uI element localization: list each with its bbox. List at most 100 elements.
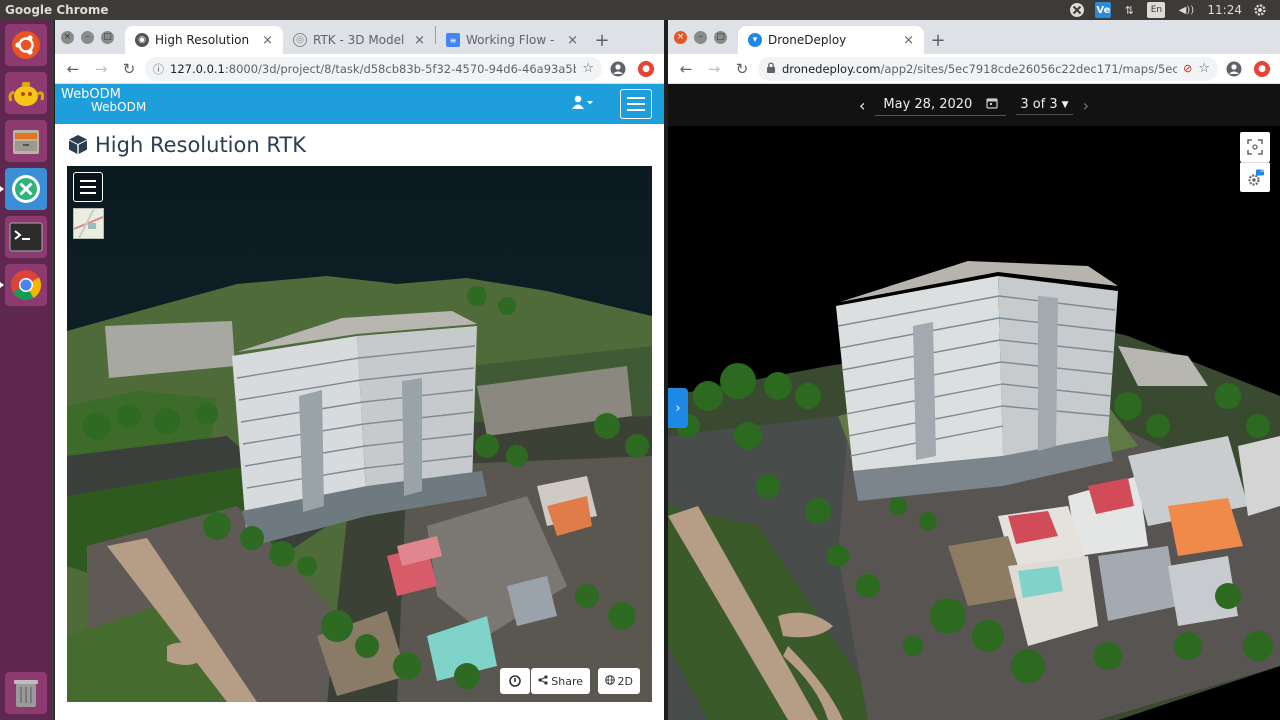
map-thumbnail[interactable]: [73, 208, 104, 239]
share-label: Share: [551, 674, 583, 688]
dronedeploy-browser-window: × – □ ▾ DroneDeploy × + ← → ↻ dronedeplo…: [668, 20, 1280, 720]
layers-menu-button[interactable]: [73, 172, 103, 202]
count-label: 3 of 3: [1020, 97, 1058, 112]
map-count-selector[interactable]: 3 of 3 ▼: [1016, 95, 1073, 115]
cube-icon: [67, 133, 89, 158]
files-icon[interactable]: [5, 120, 47, 162]
url-path: /app2/sites/5ec7918cde26056c22dec171/map…: [880, 61, 1178, 76]
date-label: May 28, 2020: [883, 97, 973, 112]
chrome-icon[interactable]: [0, 264, 47, 306]
next-date-chevron-icon[interactable]: ›: [1083, 96, 1089, 115]
blocked-popup-icon[interactable]: ⊘: [1183, 62, 1192, 75]
extension-icon[interactable]: ●: [634, 57, 658, 81]
webodm-3d-viewer[interactable]: Share 2D: [67, 166, 652, 702]
window-maximize-button[interactable]: □: [714, 31, 727, 44]
settings-gear-icon[interactable]: [1252, 2, 1268, 18]
tab-label: High Resolution RTK: [155, 33, 252, 47]
hamburger-menu-button[interactable]: [620, 89, 652, 119]
sidebar-expand-toggle[interactable]: ›: [668, 388, 688, 428]
tab-high-resolution-rtk[interactable]: ◉ High Resolution RTK ×: [125, 26, 283, 54]
system-top-bar: Google Chrome Ve ⇅ En ◀)) 11:24: [0, 0, 1280, 20]
tab-rtk-3d-model[interactable]: ◎ RTK - 3D Model - DS ×: [283, 26, 435, 54]
extension-icon[interactable]: ●: [1250, 57, 1274, 81]
tab-close-icon[interactable]: ×: [903, 33, 914, 48]
tab-dronedeploy[interactable]: ▾ DroneDeploy ×: [738, 26, 924, 54]
share-icon: [538, 674, 548, 688]
info-icon[interactable]: ⓘ: [153, 61, 164, 77]
address-bar[interactable]: ⓘ 127.0.0.1:8000/3d/project/8/task/d58cb…: [145, 56, 602, 81]
tab-close-icon[interactable]: ×: [567, 33, 578, 48]
url-host: 127.0.0.1: [170, 61, 225, 76]
tab-label: Working Flow - Go: [466, 33, 557, 47]
ubuntu-dash-icon[interactable]: [5, 24, 47, 66]
page-title: High Resolution RTK: [95, 133, 307, 157]
vpn-tray-icon[interactable]: Ve: [1095, 2, 1112, 18]
ubuntu-launcher: [0, 20, 52, 720]
calendar-icon: [986, 97, 998, 113]
dronedeploy-favicon-icon: ◎: [293, 33, 307, 47]
reload-icon[interactable]: ↻: [730, 57, 754, 81]
crossover-tray-icon[interactable]: [1069, 2, 1085, 18]
profile-avatar-icon[interactable]: [1222, 57, 1246, 81]
forward-arrow-icon[interactable]: →: [702, 57, 726, 81]
window-minimize-button[interactable]: –: [694, 31, 707, 44]
3d-badge-label: 3D: [1259, 168, 1267, 174]
left-window-controls: × – □: [61, 31, 114, 44]
share-button[interactable]: Share: [531, 668, 590, 694]
reload-icon[interactable]: ↻: [117, 57, 141, 81]
webodm-browser-window: × – □ ◉ High Resolution RTK × ◎ RTK - 3D…: [54, 20, 664, 720]
forward-arrow-icon[interactable]: →: [89, 57, 113, 81]
window-minimize-button[interactable]: –: [81, 31, 94, 44]
lock-icon[interactable]: [766, 61, 776, 76]
dronedeploy-3d-viewer[interactable]: 3D ›: [668, 126, 1280, 720]
address-bar[interactable]: dronedeploy.com/app2/sites/5ec7918cde260…: [758, 56, 1218, 81]
fullscreen-focus-button[interactable]: [1240, 132, 1270, 162]
logo-text-secondary: WebODM: [91, 100, 147, 114]
webodm-logo[interactable]: WebODM WebODM: [61, 88, 147, 114]
3d-settings-button[interactable]: 3D: [1240, 162, 1270, 192]
teapot-app-icon[interactable]: [5, 72, 47, 114]
left-tab-strip: × – □ ◉ High Resolution RTK × ◎ RTK - 3D…: [55, 20, 664, 54]
url-path: :8000/3d/project/8/task/d58cb83b-5f32-45…: [224, 61, 577, 76]
map-date-bar: ‹ May 28, 2020 3 of 3 ▼ ›: [668, 84, 1280, 126]
window-close-button[interactable]: ×: [61, 31, 74, 44]
network-arrows-icon[interactable]: ⇅: [1121, 2, 1137, 18]
window-maximize-button[interactable]: □: [101, 31, 114, 44]
back-arrow-icon[interactable]: ←: [674, 57, 698, 81]
active-app-name: Google Chrome: [5, 3, 109, 17]
user-menu-icon[interactable]: [572, 95, 594, 113]
tab-label: RTK - 3D Model - DS: [313, 33, 405, 47]
tab-label: DroneDeploy: [768, 33, 847, 47]
webodm-header: WebODM WebODM: [55, 84, 664, 124]
xamarin-icon[interactable]: [0, 168, 47, 210]
back-arrow-icon[interactable]: ←: [61, 57, 85, 81]
left-browser-toolbar: ← → ↻ ⓘ 127.0.0.1:8000/3d/project/8/task…: [55, 54, 664, 84]
dronedeploy-favicon-icon: ▾: [748, 33, 762, 47]
camera-info-button[interactable]: [500, 668, 530, 694]
previous-date-chevron-icon[interactable]: ‹: [859, 96, 865, 115]
url-host: dronedeploy.com: [782, 61, 881, 76]
url-text: 127.0.0.1:8000/3d/project/8/task/d58cb83…: [170, 62, 576, 76]
tab-working-flow[interactable]: ≡ Working Flow - Go ×: [436, 26, 588, 54]
mesh-render[interactable]: [668, 126, 1280, 720]
date-selector[interactable]: May 28, 2020: [875, 95, 1007, 116]
bookmark-star-icon[interactable]: ☆: [1198, 61, 1210, 76]
google-docs-favicon-icon: ≡: [446, 33, 460, 47]
point-cloud-render[interactable]: [67, 166, 652, 702]
tab-close-icon[interactable]: ×: [262, 33, 273, 48]
keyboard-layout-indicator[interactable]: En: [1147, 2, 1166, 18]
profile-avatar-icon[interactable]: [606, 57, 630, 81]
bookmark-star-icon[interactable]: ☆: [582, 61, 594, 76]
right-browser-toolbar: ← → ↻ dronedeploy.com/app2/sites/5ec7918…: [668, 54, 1280, 84]
new-tab-button[interactable]: +: [588, 26, 616, 54]
tab-close-icon[interactable]: ×: [414, 33, 425, 48]
trash-icon[interactable]: [5, 672, 47, 714]
new-tab-button[interactable]: +: [924, 26, 952, 54]
view-2d-button[interactable]: 2D: [597, 668, 640, 694]
window-close-button[interactable]: ×: [674, 31, 687, 44]
globe-icon: [604, 674, 615, 688]
clock[interactable]: 11:24: [1207, 3, 1242, 17]
terminal-icon[interactable]: [5, 216, 47, 258]
caret-down-icon: ▼: [1061, 99, 1069, 110]
volume-icon[interactable]: ◀)): [1175, 2, 1197, 18]
